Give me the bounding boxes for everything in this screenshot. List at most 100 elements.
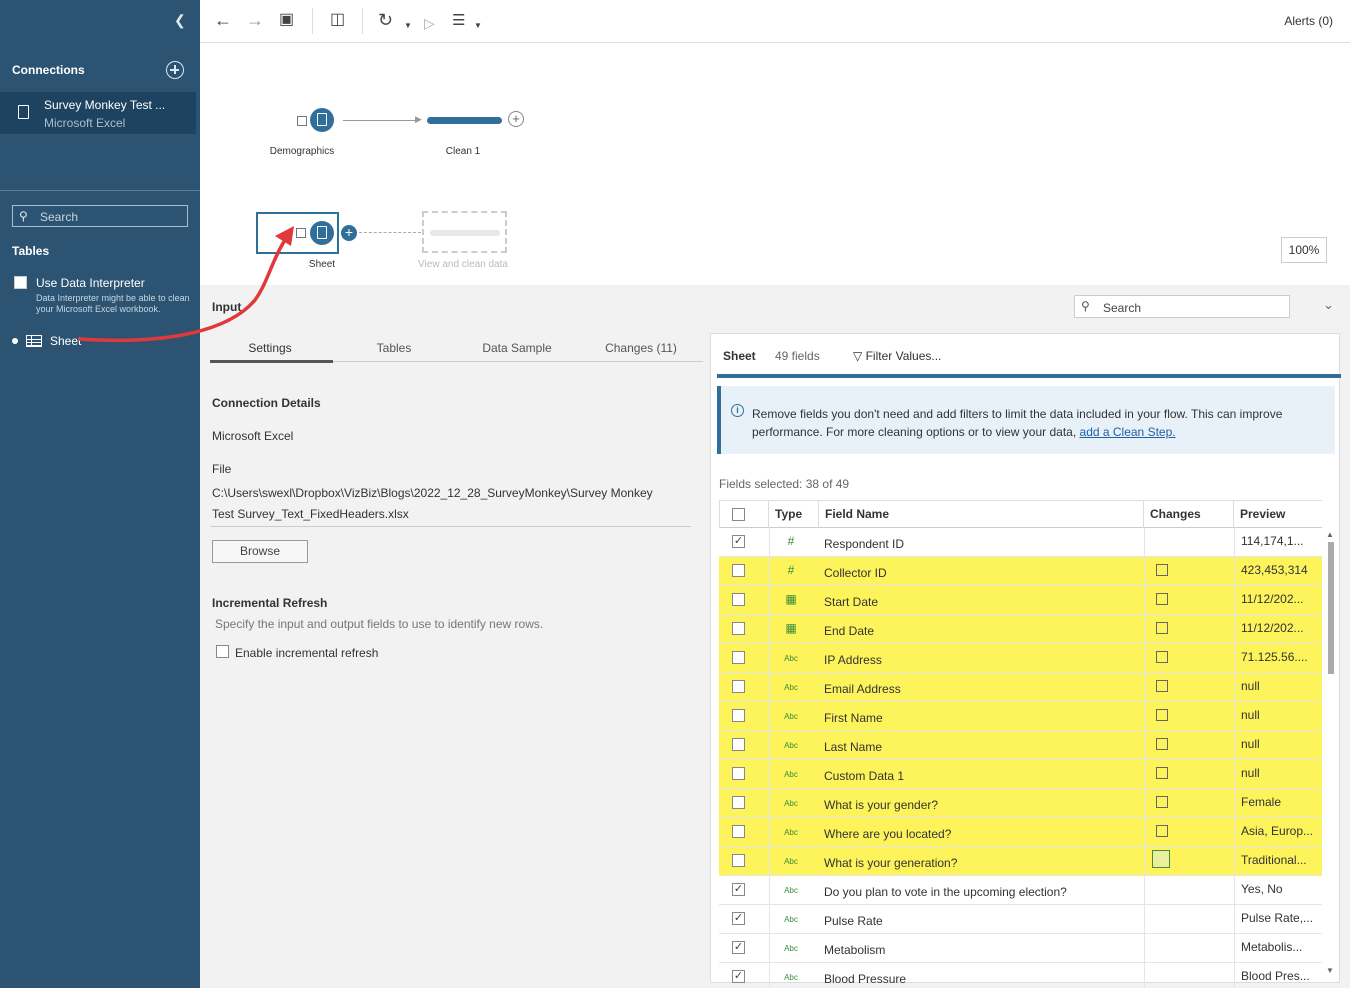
- removed-change-icon[interactable]: [1156, 680, 1168, 692]
- field-name[interactable]: Blood Pressure: [824, 972, 906, 986]
- scroll-down-icon[interactable]: ▼: [1326, 966, 1334, 975]
- removed-change-icon[interactable]: [1156, 738, 1168, 750]
- tab-settings[interactable]: Settings: [210, 341, 330, 355]
- field-checkbox[interactable]: [732, 709, 745, 722]
- field-checkbox[interactable]: [732, 680, 745, 693]
- string-type-icon[interactable]: Abc: [771, 857, 811, 866]
- preview-header[interactable]: Preview: [1234, 500, 1322, 528]
- field-checkbox[interactable]: ✓: [732, 941, 745, 954]
- table-row[interactable]: Abc What is your gender? Female: [719, 789, 1322, 818]
- field-name[interactable]: Metabolism: [824, 943, 885, 957]
- table-row[interactable]: ✓ Abc Do you plan to vote in the upcoming …: [719, 876, 1322, 905]
- field-name[interactable]: Email Address: [824, 682, 901, 696]
- tab-changes[interactable]: Changes (11): [581, 341, 701, 355]
- chevron-down-icon[interactable]: ⌄: [1323, 297, 1334, 313]
- sheet-node[interactable]: [310, 221, 334, 245]
- chevron-down-icon[interactable]: ▼: [474, 16, 482, 36]
- field-checkbox[interactable]: [732, 593, 745, 606]
- connection-item[interactable]: Survey Monkey Test ... Microsoft Excel: [0, 92, 196, 134]
- field-checkbox[interactable]: [732, 622, 745, 635]
- field-name[interactable]: What is your generation?: [824, 856, 957, 870]
- string-type-icon[interactable]: Abc: [771, 828, 811, 837]
- scrollbar[interactable]: ▲ ▼: [1325, 530, 1337, 980]
- field-checkbox[interactable]: [732, 825, 745, 838]
- string-type-icon[interactable]: Abc: [771, 886, 811, 895]
- data-interpreter-checkbox[interactable]: [14, 276, 27, 289]
- table-row[interactable]: Abc IP Address 71.125.56....: [719, 644, 1322, 673]
- field-checkbox[interactable]: [732, 796, 745, 809]
- field-checkbox[interactable]: [732, 767, 745, 780]
- removed-change-icon[interactable]: [1156, 709, 1168, 721]
- table-row[interactable]: Abc Where are you located? Asia, Europ...: [719, 818, 1322, 847]
- field-name[interactable]: Start Date: [824, 595, 878, 609]
- field-name[interactable]: Where are you located?: [824, 827, 951, 841]
- demographics-node[interactable]: [310, 108, 334, 132]
- removed-change-icon[interactable]: [1156, 796, 1168, 808]
- browse-button[interactable]: Browse: [212, 540, 308, 563]
- field-name[interactable]: Custom Data 1: [824, 769, 904, 783]
- field-checkbox[interactable]: [732, 651, 745, 664]
- forward-icon[interactable]: →: [246, 10, 264, 30]
- add-clean-step-link[interactable]: add a Clean Step.: [1080, 425, 1176, 439]
- placeholder-step[interactable]: [422, 211, 507, 253]
- table-row[interactable]: Abc Custom Data 1 null: [719, 760, 1322, 789]
- table-row[interactable]: ✓ Abc Blood Pressure Blood Pres...: [719, 963, 1322, 988]
- table-row[interactable]: ✓ Abc Metabolism Metabolis...: [719, 934, 1322, 963]
- date-type-icon[interactable]: ▦: [771, 592, 811, 606]
- table-row[interactable]: # Collector ID 423,453,314: [719, 557, 1322, 586]
- table-row[interactable]: Abc Email Address null: [719, 673, 1322, 702]
- zoom-level[interactable]: 100%: [1281, 237, 1327, 263]
- removed-change-icon[interactable]: [1156, 593, 1168, 605]
- alerts-link[interactable]: Alerts (0): [1284, 14, 1333, 28]
- back-icon[interactable]: ←: [214, 10, 232, 30]
- changes-header[interactable]: Changes: [1144, 500, 1234, 528]
- panel-search-input[interactable]: ⚲ Search: [1074, 295, 1290, 318]
- number-type-icon[interactable]: #: [771, 534, 811, 548]
- table-row[interactable]: ✓ # Respondent ID 114,174,1...: [719, 528, 1322, 557]
- string-type-icon[interactable]: Abc: [771, 683, 811, 692]
- field-name[interactable]: Do you plan to vote in the upcoming elec…: [824, 885, 1067, 899]
- string-type-icon[interactable]: Abc: [771, 915, 811, 924]
- add-step-icon[interactable]: +: [508, 111, 524, 127]
- run-icon[interactable]: ▷: [424, 13, 435, 33]
- flow-canvas[interactable]: Demographics ▶ + Clean 1 + Sheet View an…: [200, 43, 1350, 285]
- scroll-thumb[interactable]: [1328, 542, 1334, 674]
- field-checkbox[interactable]: ✓: [732, 535, 745, 548]
- tab-tables[interactable]: Tables: [334, 341, 454, 355]
- removed-change-icon[interactable]: [1156, 767, 1168, 779]
- date-type-icon[interactable]: ▦: [771, 621, 811, 635]
- removed-change-icon[interactable]: [1156, 622, 1168, 634]
- tab-data-sample[interactable]: Data Sample: [457, 341, 577, 355]
- type-header[interactable]: Type: [769, 500, 819, 528]
- refresh-icon[interactable]: ↻: [378, 10, 393, 30]
- field-checkbox[interactable]: [732, 738, 745, 751]
- field-checkbox[interactable]: ✓: [732, 970, 745, 983]
- field-name[interactable]: First Name: [824, 711, 883, 725]
- field-name[interactable]: Last Name: [824, 740, 882, 754]
- field-name[interactable]: IP Address: [824, 653, 882, 667]
- removed-change-icon[interactable]: [1156, 651, 1168, 663]
- clean1-node[interactable]: [427, 117, 502, 124]
- save-icon[interactable]: ▣: [279, 10, 294, 30]
- string-type-icon[interactable]: Abc: [771, 741, 811, 750]
- table-row[interactable]: Abc First Name null: [719, 702, 1322, 731]
- field-checkbox[interactable]: ✓: [732, 883, 745, 896]
- string-type-icon[interactable]: Abc: [771, 712, 811, 721]
- field-name[interactable]: What is your gender?: [824, 798, 938, 812]
- table-row[interactable]: Abc What is your generation? Traditional..…: [719, 847, 1322, 876]
- select-all-checkbox[interactable]: [732, 508, 745, 521]
- field-checkbox[interactable]: [732, 564, 745, 577]
- field-name[interactable]: Collector ID: [824, 566, 887, 580]
- scroll-up-icon[interactable]: ▲: [1326, 530, 1334, 539]
- string-type-icon[interactable]: Abc: [771, 944, 811, 953]
- removed-change-icon[interactable]: [1152, 850, 1170, 868]
- string-type-icon[interactable]: Abc: [771, 973, 811, 982]
- string-type-icon[interactable]: Abc: [771, 654, 811, 663]
- field-name[interactable]: Pulse Rate: [824, 914, 883, 928]
- field-checkbox[interactable]: ✓: [732, 912, 745, 925]
- string-type-icon[interactable]: Abc: [771, 770, 811, 779]
- add-connection-button[interactable]: [166, 61, 184, 79]
- chevron-down-icon[interactable]: ▼: [404, 16, 412, 36]
- data-source-icon[interactable]: ◫: [330, 10, 345, 30]
- filter-values-button[interactable]: ▽ Filter Values...: [853, 349, 941, 363]
